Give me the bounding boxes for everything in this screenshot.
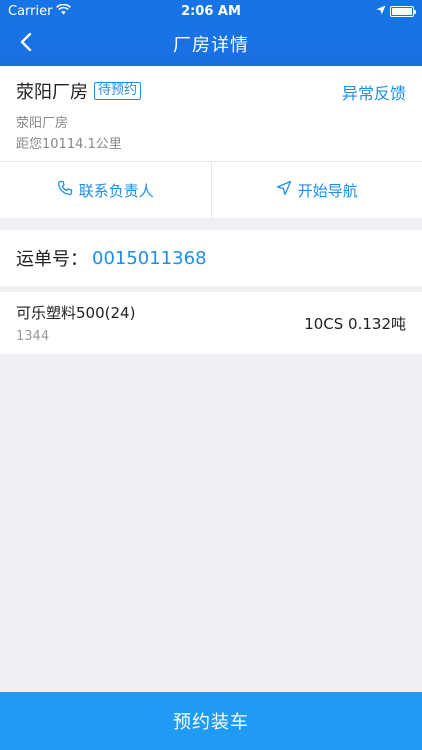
product-info: 可乐塑料500(24) 1344: [16, 302, 135, 344]
product-quantity: 10CS 0.132吨: [304, 314, 406, 333]
start-navigation-label: 开始导航: [297, 181, 358, 200]
waybill-label: 运单号：: [16, 249, 88, 270]
status-badge: 待预约: [94, 82, 142, 100]
action-row: 联系负责人 开始导航: [0, 162, 422, 218]
factory-info-card: 荥阳厂房 待预约 异常反馈 荥阳厂房 距您10114.1公里: [0, 66, 422, 162]
wifi-icon: [56, 3, 72, 19]
status-bar-right: [376, 4, 416, 19]
waybill-number: 0015011368: [92, 247, 207, 269]
battery-icon: [390, 5, 416, 17]
factory-distance: 距您10114.1公里: [16, 137, 122, 152]
contact-manager-label: 联系负责人: [78, 181, 154, 200]
chevron-left-icon: [20, 32, 32, 55]
start-navigation-button[interactable]: 开始导航: [210, 162, 422, 218]
status-bar: Carrier 2:06 AM: [0, 0, 422, 22]
list-item: 可乐塑料500(24) 1344 10CS 0.132吨: [0, 292, 422, 354]
waybill-row: 运单号： 0015011368: [0, 230, 422, 286]
contact-manager-button[interactable]: 联系负责人: [0, 162, 211, 218]
book-loading-button[interactable]: 预约装车: [0, 692, 422, 750]
product-name: 可乐塑料500(24): [16, 304, 136, 322]
exception-feedback-button[interactable]: 异常反馈: [342, 80, 406, 104]
status-bar-left: Carrier: [8, 3, 72, 19]
section-divider: [0, 218, 422, 230]
page-title: 厂房详情: [173, 35, 249, 56]
navigation-arrow-icon: [276, 180, 292, 200]
factory-address: 荥阳厂房: [16, 116, 69, 131]
navigation-bar: 厂房详情: [0, 22, 422, 66]
location-arrow-icon: [376, 4, 386, 19]
back-button[interactable]: [8, 22, 44, 66]
product-code: 1344: [16, 329, 50, 344]
carrier-label: Carrier: [8, 3, 53, 19]
factory-name: 荥阳厂房: [16, 82, 88, 103]
battery-fill: [392, 7, 412, 15]
phone-icon: [57, 180, 73, 200]
